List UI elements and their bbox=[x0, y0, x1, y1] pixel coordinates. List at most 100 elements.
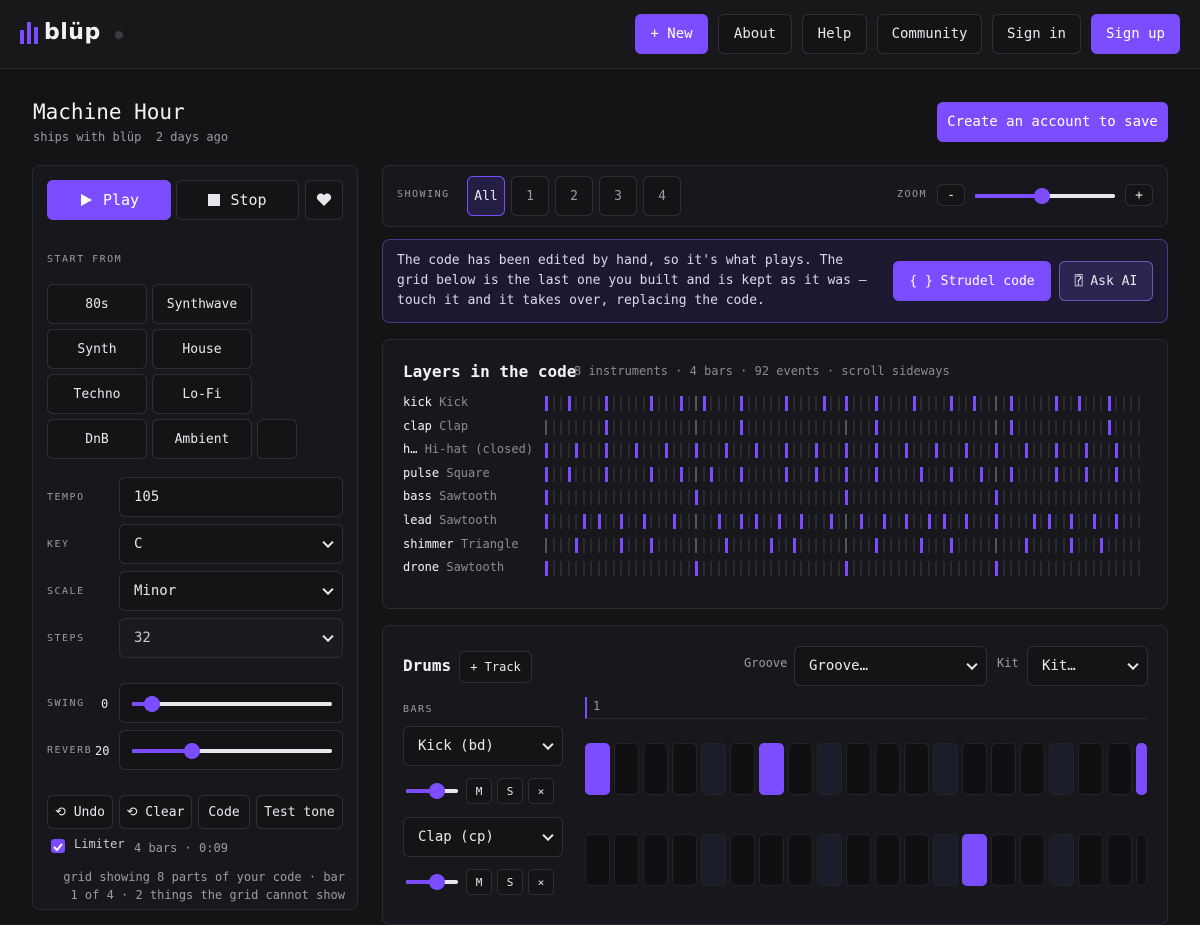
about-link[interactable]: About bbox=[718, 14, 792, 54]
help-link[interactable]: Help bbox=[802, 14, 867, 54]
drum-step[interactable] bbox=[962, 743, 987, 795]
drum-step[interactable] bbox=[991, 834, 1016, 886]
undo-button[interactable]: ⟲ Undo bbox=[47, 795, 113, 829]
preset-80s[interactable]: 80s bbox=[47, 284, 147, 324]
drum-step[interactable] bbox=[1049, 834, 1074, 886]
drum-step[interactable] bbox=[875, 834, 900, 886]
strudel-code-button[interactable]: { } Strudel code bbox=[893, 261, 1051, 301]
track-sound-select[interactable]: Clap (cp) bbox=[403, 817, 563, 857]
drum-step-active[interactable] bbox=[759, 743, 784, 795]
drum-step[interactable] bbox=[672, 834, 697, 886]
logo[interactable]: blüp bbox=[20, 20, 123, 45]
preset-empty-slot[interactable] bbox=[257, 419, 297, 459]
drum-step[interactable] bbox=[585, 834, 610, 886]
layer-lane[interactable] bbox=[545, 466, 1147, 482]
reverb-thumb[interactable] bbox=[184, 743, 200, 759]
drum-step[interactable] bbox=[730, 834, 755, 886]
drum-step[interactable] bbox=[788, 834, 813, 886]
drum-step[interactable] bbox=[1136, 834, 1147, 886]
preset-dnb[interactable]: DnB bbox=[47, 419, 147, 459]
community-link[interactable]: Community bbox=[877, 14, 982, 54]
zoom-slider[interactable] bbox=[975, 186, 1115, 206]
key-select[interactable]: C bbox=[119, 524, 343, 564]
drum-step[interactable] bbox=[1020, 834, 1045, 886]
drum-step[interactable] bbox=[643, 743, 668, 795]
tab-3[interactable]: 3 bbox=[599, 176, 637, 216]
drum-step[interactable] bbox=[1107, 834, 1132, 886]
layer-lane[interactable] bbox=[545, 537, 1147, 553]
drum-step[interactable] bbox=[701, 834, 726, 886]
tab-all[interactable]: All bbox=[467, 176, 505, 216]
groove-select[interactable]: Groove… bbox=[794, 646, 987, 686]
layer-lane[interactable] bbox=[545, 561, 1147, 577]
drum-step[interactable] bbox=[817, 743, 842, 795]
drum-step-active[interactable] bbox=[962, 834, 987, 886]
drum-step[interactable] bbox=[614, 834, 639, 886]
mute-button[interactable]: M bbox=[466, 869, 492, 895]
preset-house[interactable]: House bbox=[152, 329, 252, 369]
drum-step[interactable] bbox=[991, 743, 1016, 795]
remove-track-button[interactable]: × bbox=[528, 869, 554, 895]
create-account-button[interactable]: Create an account to save bbox=[937, 102, 1168, 142]
zoom-in-button[interactable]: + bbox=[1125, 184, 1153, 206]
kit-select[interactable]: Kit… bbox=[1027, 646, 1148, 686]
preset-synthwave[interactable]: Synthwave bbox=[152, 284, 252, 324]
drum-step[interactable] bbox=[643, 834, 668, 886]
ask-ai-button[interactable]: ⍰ Ask AI bbox=[1059, 261, 1153, 301]
drum-step[interactable] bbox=[846, 743, 871, 795]
track-volume-slider[interactable] bbox=[406, 783, 458, 799]
drum-step[interactable] bbox=[933, 743, 958, 795]
drum-step[interactable] bbox=[875, 743, 900, 795]
reverb-slider[interactable] bbox=[119, 730, 343, 770]
play-button[interactable]: Play bbox=[47, 180, 171, 220]
sign-up-button[interactable]: Sign up bbox=[1091, 14, 1180, 54]
test-tone-button[interactable]: Test tone bbox=[256, 795, 343, 829]
limiter-checkbox[interactable] bbox=[51, 839, 65, 853]
track-volume-slider[interactable] bbox=[406, 874, 458, 890]
drum-step[interactable] bbox=[730, 743, 755, 795]
remove-track-button[interactable]: × bbox=[528, 778, 554, 804]
drum-step[interactable] bbox=[846, 834, 871, 886]
drum-step-active[interactable] bbox=[1136, 743, 1147, 795]
steps-select[interactable]: 32 bbox=[119, 618, 343, 658]
zoom-out-button[interactable]: - bbox=[937, 184, 965, 206]
drum-step[interactable] bbox=[788, 743, 813, 795]
drum-step[interactable] bbox=[1049, 743, 1074, 795]
zoom-thumb[interactable] bbox=[1034, 188, 1051, 204]
preset-techno[interactable]: Techno bbox=[47, 374, 147, 414]
drum-step[interactable] bbox=[904, 834, 929, 886]
preset-synth[interactable]: Synth bbox=[47, 329, 147, 369]
drum-step[interactable] bbox=[614, 743, 639, 795]
sign-in-button[interactable]: Sign in bbox=[992, 14, 1081, 54]
drum-step[interactable] bbox=[759, 834, 784, 886]
drum-step[interactable] bbox=[817, 834, 842, 886]
new-button[interactable]: + New bbox=[635, 14, 708, 54]
tab-1[interactable]: 1 bbox=[511, 176, 549, 216]
drum-step[interactable] bbox=[904, 743, 929, 795]
add-track-button[interactable]: + Track bbox=[459, 651, 532, 683]
drum-step-active[interactable] bbox=[585, 743, 610, 795]
favorite-button[interactable] bbox=[305, 180, 343, 220]
drum-step[interactable] bbox=[933, 834, 958, 886]
swing-slider[interactable] bbox=[119, 683, 343, 723]
layer-lane[interactable] bbox=[545, 514, 1147, 529]
drum-step[interactable] bbox=[1078, 834, 1103, 886]
solo-button[interactable]: S bbox=[497, 778, 523, 804]
code-button[interactable]: Code bbox=[198, 795, 250, 829]
tempo-input[interactable]: 105 bbox=[119, 477, 343, 517]
drum-step[interactable] bbox=[701, 743, 726, 795]
clear-button[interactable]: ⟲ Clear bbox=[119, 795, 192, 829]
drum-step[interactable] bbox=[1107, 743, 1132, 795]
scale-select[interactable]: Minor bbox=[119, 571, 343, 611]
layer-lane[interactable] bbox=[545, 443, 1147, 459]
layer-lane[interactable] bbox=[545, 419, 1147, 435]
swing-thumb[interactable] bbox=[144, 696, 160, 712]
volume-thumb[interactable] bbox=[429, 783, 446, 799]
solo-button[interactable]: S bbox=[497, 869, 523, 895]
layer-lane[interactable] bbox=[545, 490, 1147, 506]
drum-step[interactable] bbox=[1078, 743, 1103, 795]
drum-step[interactable] bbox=[672, 743, 697, 795]
preset-lofi[interactable]: Lo-Fi bbox=[152, 374, 252, 414]
stop-button[interactable]: Stop bbox=[176, 180, 299, 220]
tab-2[interactable]: 2 bbox=[555, 176, 593, 216]
